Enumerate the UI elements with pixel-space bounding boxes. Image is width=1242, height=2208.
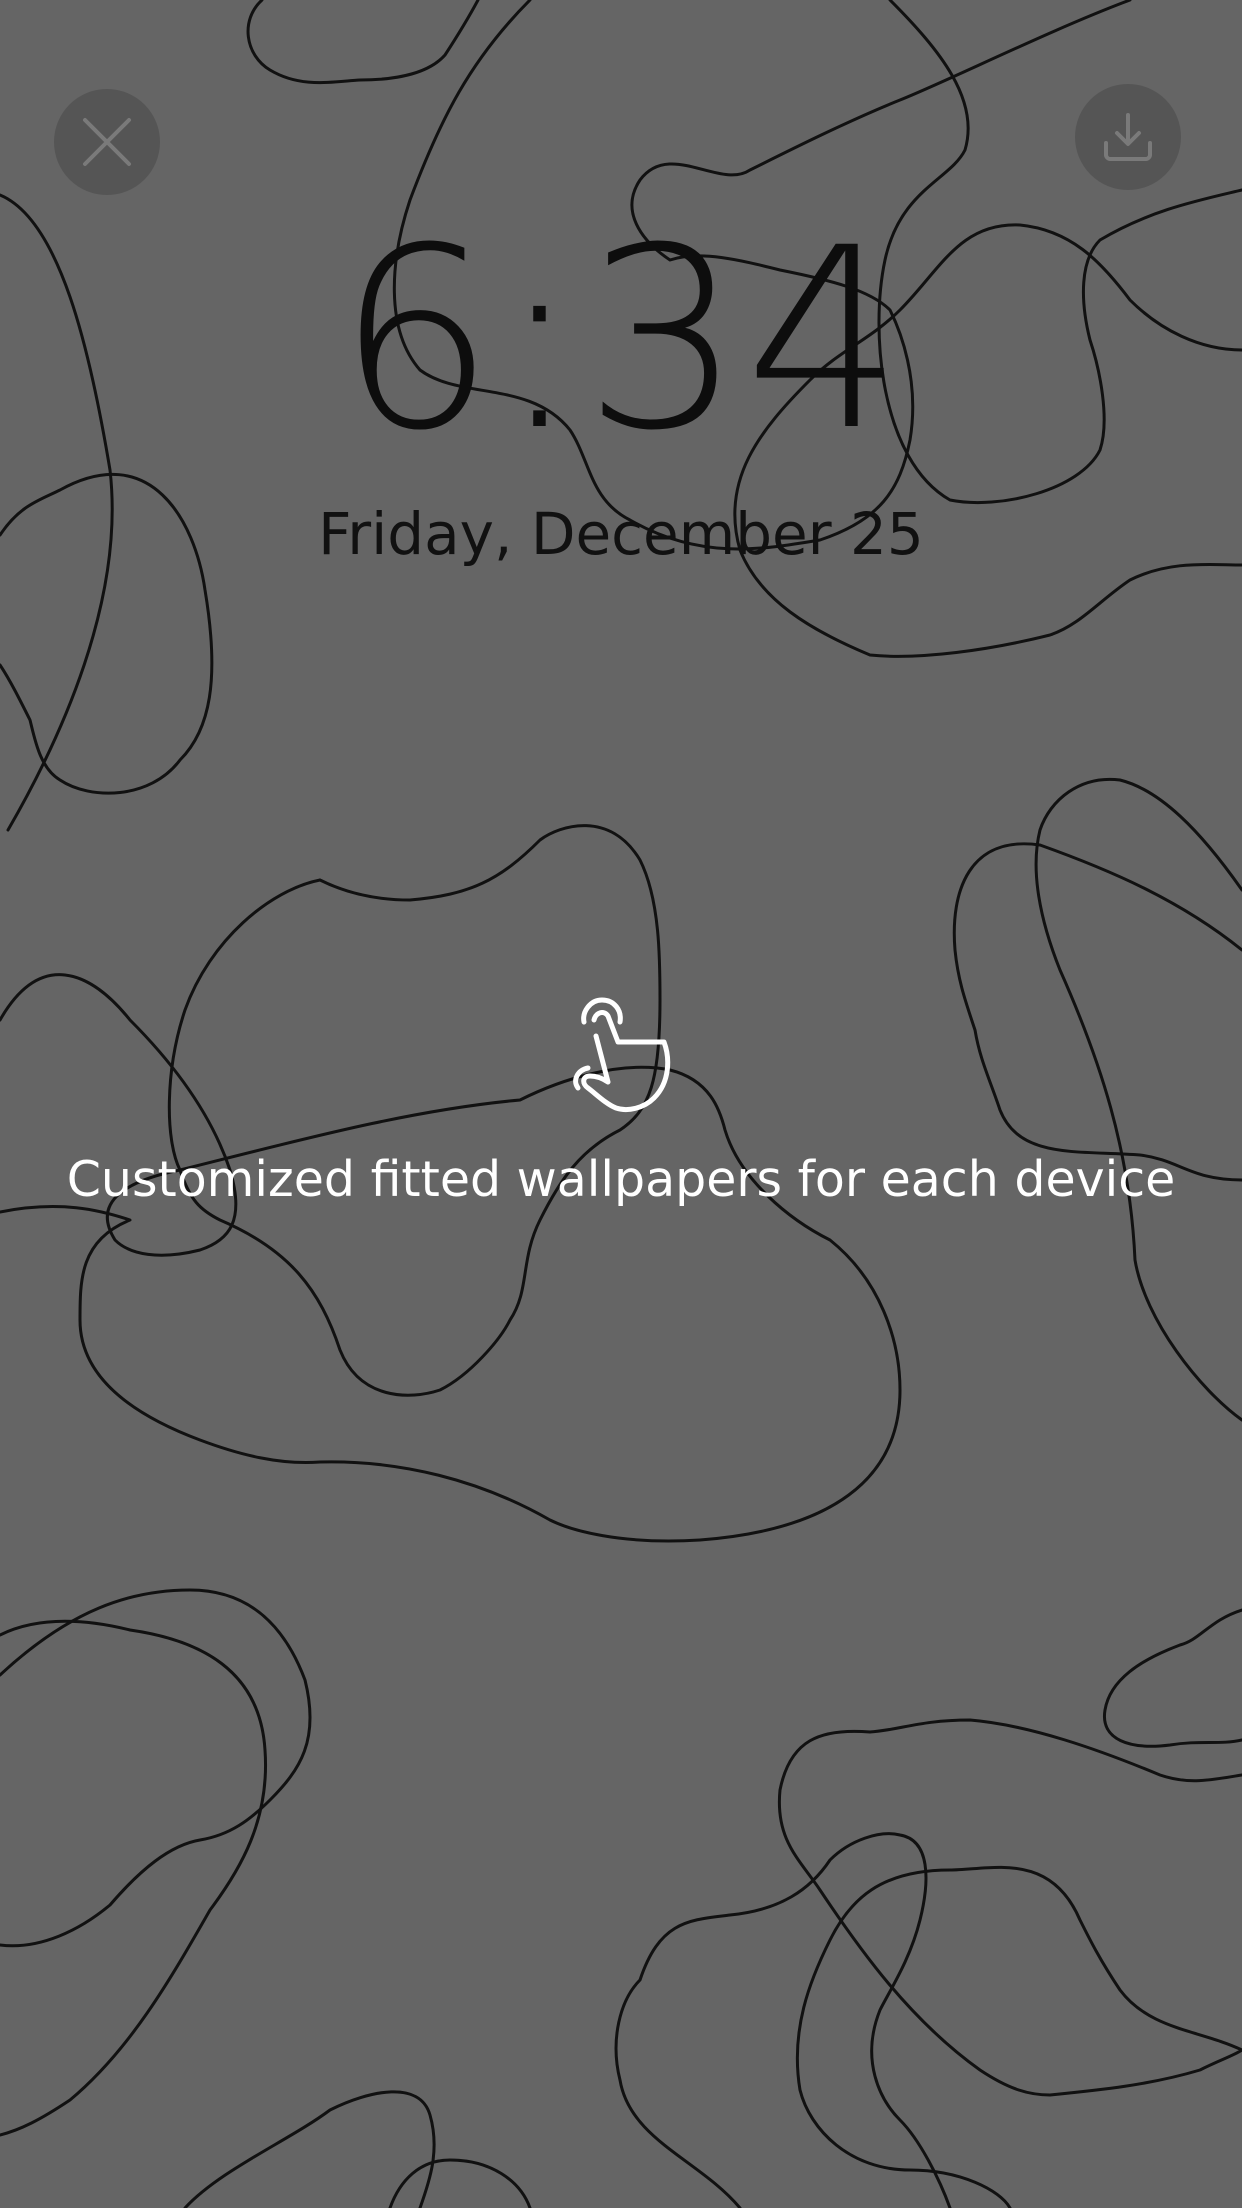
lockscreen-time: 6:34 — [336, 194, 906, 485]
hint-caption: Customized fitted wallpapers for each de… — [66, 1151, 1176, 1208]
download-icon — [1104, 113, 1152, 161]
close-button[interactable] — [54, 89, 160, 195]
tap-hand-icon — [573, 997, 671, 1113]
lockscreen-date: Friday, December 25 — [318, 500, 924, 568]
close-icon — [83, 118, 131, 166]
download-button[interactable] — [1075, 84, 1181, 190]
